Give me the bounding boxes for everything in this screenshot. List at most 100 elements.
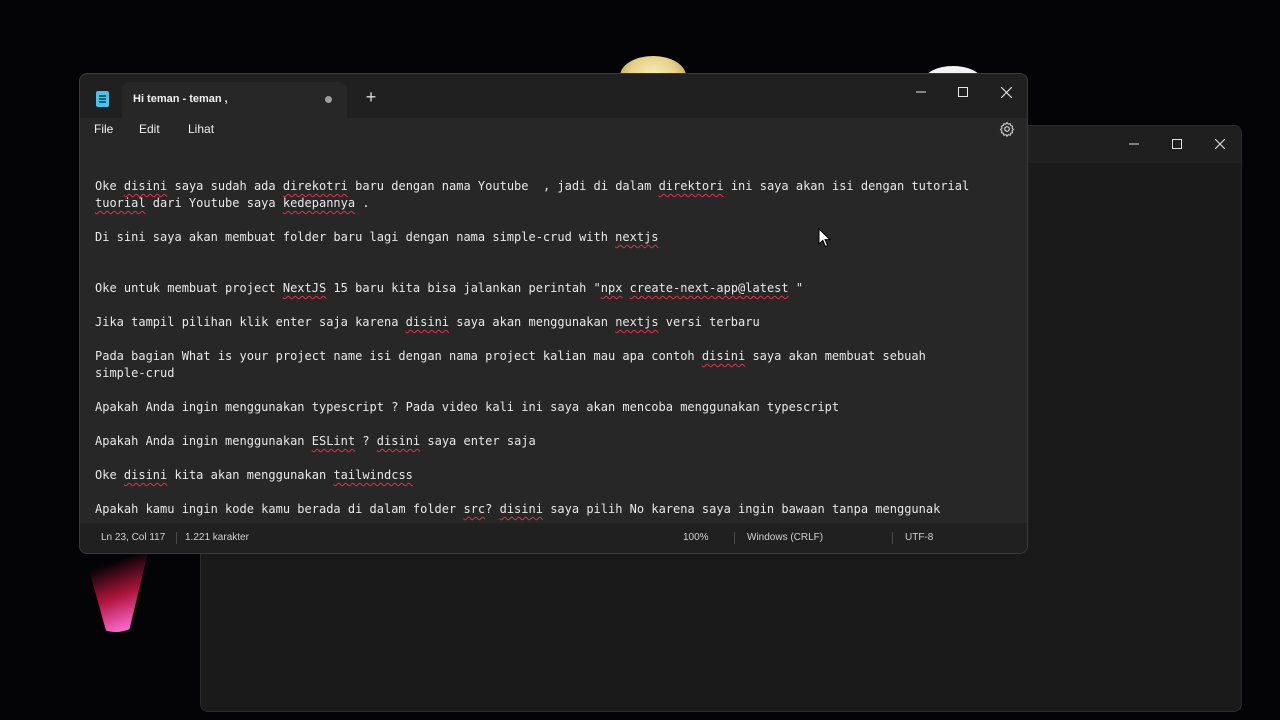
text-segment: versi terbaru xyxy=(658,315,760,329)
status-zoom[interactable]: 100% xyxy=(683,532,709,543)
misspelled-word: direkotri xyxy=(282,179,348,193)
misspelled-word: disini xyxy=(376,434,421,448)
background-minimize-button[interactable] xyxy=(1111,126,1157,162)
editor-line: tuorial dari Youtube saya kedepannya . xyxy=(95,195,1015,212)
editor-line: simple-crud xyxy=(95,365,1015,382)
text-segment: Jika tampil pilihan klik enter saja kare… xyxy=(95,315,406,329)
text-segment: saya pilih No karena saya ingin bawaan t… xyxy=(542,502,941,516)
editor-line: Oke disini kita akan menggunakan tailwin… xyxy=(95,467,1015,484)
status-line-ending[interactable]: Windows (CRLF) xyxy=(747,532,823,543)
misspelled-word: disini xyxy=(499,502,543,516)
status-bar: Ln 23, Col 117 1.221 karakter 100% Windo… xyxy=(80,523,1027,553)
text-editor-area[interactable]: Oke disini saya sudah ada direkotri baru… xyxy=(95,178,1015,530)
status-line-col[interactable]: Ln 23, Col 117 xyxy=(101,532,165,543)
notepad-window[interactable]: Hi teman - teman , + File Edit Lihat Oke… xyxy=(79,73,1028,554)
text-segment xyxy=(622,281,629,295)
tab-active[interactable]: Hi teman - teman , xyxy=(122,82,347,118)
status-divider xyxy=(892,532,893,544)
new-tab-button[interactable]: + xyxy=(360,86,382,108)
misspelled-word: NextJS xyxy=(282,281,327,295)
misspelled-word: nextjs xyxy=(615,230,659,244)
maximize-button[interactable] xyxy=(940,74,986,110)
text-segment: Apakah Anda ingin menggunakan typescript… xyxy=(95,400,840,414)
text-segment: ? xyxy=(485,502,500,516)
text-segment: Apakah Anda ingin menggunakan xyxy=(95,434,312,448)
text-segment: ini saya akan isi dengan tutorial xyxy=(723,179,970,193)
misspelled-word: disini xyxy=(123,468,168,482)
background-close-button[interactable] xyxy=(1197,126,1243,162)
misspelled-word: src xyxy=(463,502,486,516)
editor-line: Oke untuk membuat project NextJS 15 baru… xyxy=(95,280,1015,297)
editor-line: Oke disini saya sudah ada direkotri baru… xyxy=(95,178,1015,195)
status-divider xyxy=(176,532,177,544)
unsaved-dot-icon[interactable] xyxy=(325,96,332,103)
misspelled-word: disini xyxy=(405,315,450,329)
text-segment: saya enter saja xyxy=(420,434,536,448)
menu-edit[interactable]: Edit xyxy=(139,122,160,136)
status-divider xyxy=(734,532,735,544)
misspelled-word: nextjs xyxy=(615,315,659,329)
text-segment: 15 baru kita bisa jalankan perintah " xyxy=(326,281,601,295)
text-segment: saya akan menggunakan xyxy=(449,315,616,329)
editor-line: Di sini saya akan membuat folder baru la… xyxy=(95,229,1015,246)
status-char-count: 1.221 karakter xyxy=(185,532,249,543)
menu-bar: File Edit Lihat xyxy=(80,118,1027,140)
maximize-icon xyxy=(958,87,968,97)
editor-line: Apakah kamu ingin kode kamu berada di da… xyxy=(95,501,1015,518)
text-segment: Pada bagian What is your project name is… xyxy=(95,349,702,363)
editor-line: Pada bagian What is your project name is… xyxy=(95,348,1015,365)
misspelled-word: ESLint xyxy=(311,434,356,448)
text-segment: ? xyxy=(355,434,377,448)
close-icon xyxy=(1000,86,1012,98)
misspelled-word: create-next-app@latest xyxy=(629,281,789,295)
text-segment: baru dengan nama Youtube , jadi di dalam xyxy=(347,179,659,193)
misspelled-word: tuorial xyxy=(95,196,146,210)
text-segment: Oke xyxy=(95,179,124,193)
close-icon xyxy=(1215,139,1225,149)
text-segment: " xyxy=(788,281,804,295)
notepad-app-icon xyxy=(96,91,109,107)
misspelled-word: npx xyxy=(600,281,623,295)
text-segment: Di sini saya akan membuat folder baru la… xyxy=(95,230,616,244)
text-segment: Oke untuk membuat project xyxy=(95,281,283,295)
editor-line: Apakah Anda ingin menggunakan ESLint ? d… xyxy=(95,433,1015,450)
misspelled-word: disini xyxy=(123,179,168,193)
text-segment: Oke xyxy=(95,468,124,482)
minimize-icon xyxy=(916,91,926,93)
mouse-pointer-icon xyxy=(818,228,832,248)
text-segment: . xyxy=(355,196,370,210)
titlebar[interactable]: Hi teman - teman , + xyxy=(80,74,1027,118)
text-segment: saya sudah ada xyxy=(167,179,283,193)
misspelled-word: disini xyxy=(701,349,746,363)
text-segment: simple-crud xyxy=(95,366,175,380)
menu-file[interactable]: File xyxy=(94,122,113,136)
status-encoding[interactable]: UTF-8 xyxy=(905,532,933,543)
text-segment: dari Youtube saya xyxy=(145,196,283,210)
settings-gear-icon[interactable] xyxy=(999,121,1015,137)
text-segment: Apakah kamu ingin kode kamu berada di da… xyxy=(95,502,464,516)
tab-title: Hi teman - teman , xyxy=(133,93,228,105)
maximize-icon xyxy=(1172,139,1182,149)
background-swirl-graphic xyxy=(84,552,148,632)
editor-line: Jika tampil pilihan klik enter saja kare… xyxy=(95,314,1015,331)
editor-line: Apakah Anda ingin menggunakan typescript… xyxy=(95,399,1015,416)
text-segment: saya akan membuat sebuah xyxy=(745,349,926,363)
background-maximize-button[interactable] xyxy=(1154,126,1200,162)
misspelled-word: kedepannya xyxy=(282,196,356,210)
menu-view[interactable]: Lihat xyxy=(188,122,214,136)
minimize-icon xyxy=(1129,143,1139,145)
misspelled-word: direktori xyxy=(658,179,724,193)
text-segment: kita akan menggunakan xyxy=(167,468,334,482)
minimize-button[interactable] xyxy=(898,74,944,110)
close-button[interactable] xyxy=(983,74,1027,110)
misspelled-word: tailwindcss xyxy=(333,468,413,482)
